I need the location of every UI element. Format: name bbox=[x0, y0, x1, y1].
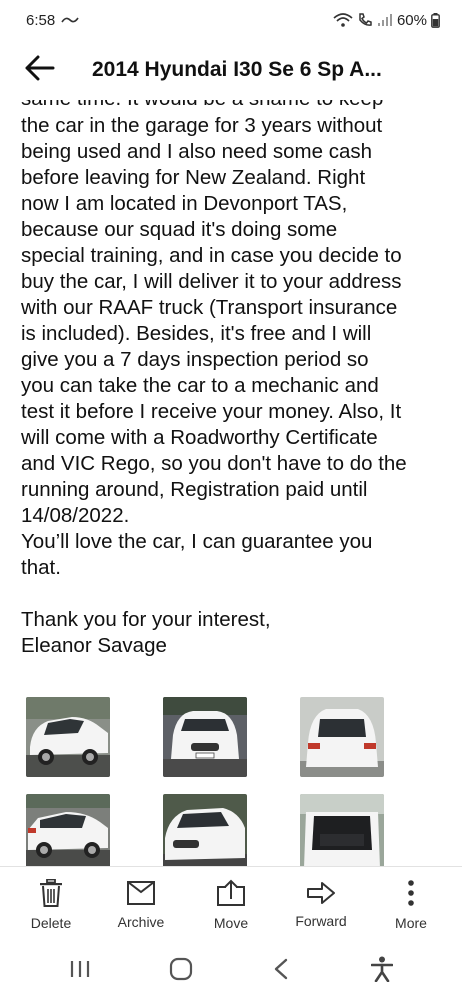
action-label: Forward bbox=[295, 912, 347, 929]
home-button[interactable] bbox=[161, 951, 201, 991]
notification-wave-icon bbox=[61, 15, 79, 25]
battery-percent: 60% bbox=[396, 11, 427, 29]
message-line: being used and I also need some cash bbox=[21, 140, 373, 163]
delete-button[interactable]: Delete bbox=[7, 878, 95, 931]
photo-row bbox=[26, 794, 384, 866]
car-rear-photo[interactable] bbox=[300, 697, 384, 777]
message-line: Thank you for your interest, bbox=[21, 608, 271, 631]
recent-apps-button[interactable] bbox=[60, 951, 100, 991]
partially-scrolled-line: same time. It would be a shame to keep bbox=[21, 100, 383, 112]
status-time: 6:58 bbox=[26, 11, 56, 29]
message-line: that. bbox=[21, 556, 61, 579]
more-button[interactable]: More bbox=[367, 879, 455, 931]
message-line: You’ll love the car, I can guarantee you bbox=[21, 530, 373, 553]
archive-icon bbox=[126, 880, 156, 906]
back-chevron-icon bbox=[273, 958, 289, 985]
message-line: test it before I receive your money. Als… bbox=[21, 400, 402, 423]
photo-row bbox=[26, 697, 384, 777]
message-line: the car in the garage for 3 years withou… bbox=[21, 114, 383, 137]
message-line: now I am located in Devonport TAS, bbox=[21, 192, 348, 215]
trash-icon bbox=[39, 878, 63, 907]
status-bar: 6:58 60% bbox=[0, 0, 462, 40]
archive-button[interactable]: Archive bbox=[97, 880, 185, 930]
wifi-icon bbox=[333, 12, 353, 28]
accessibility-icon bbox=[370, 956, 394, 987]
move-icon bbox=[216, 879, 246, 907]
forward-button[interactable]: Forward bbox=[277, 881, 365, 929]
car-boot-open-photo[interactable] bbox=[300, 794, 384, 866]
status-left: 6:58 bbox=[26, 12, 79, 29]
car-side-rear-photo[interactable] bbox=[26, 794, 110, 866]
more-vertical-icon bbox=[407, 879, 415, 907]
email-action-bar: Delete Archive Move Forward More bbox=[0, 866, 462, 942]
nav-back-button[interactable] bbox=[261, 951, 301, 991]
photo-grid bbox=[26, 697, 446, 866]
car-front-photo[interactable] bbox=[163, 697, 247, 777]
message-line: give you a 7 days inspection period so bbox=[21, 348, 369, 371]
message-body[interactable]: same time. It would be a shame to keep t… bbox=[0, 100, 462, 866]
email-screen: 6:58 60% 2014 Hyundai I30 Se 6 Sp A... t… bbox=[0, 0, 462, 1000]
message-line: running around, Registration paid until bbox=[21, 478, 368, 501]
accessibility-button[interactable] bbox=[362, 951, 402, 991]
status-right: 60% bbox=[333, 12, 440, 29]
message-line: with our RAAF truck (Transport insurance bbox=[21, 296, 398, 319]
recent-apps-icon bbox=[69, 959, 91, 984]
message-line: is included). Besides, it's free and I w… bbox=[21, 322, 372, 345]
action-label: Delete bbox=[30, 914, 72, 931]
message-line: and VIC Rego, so you don't have to do th… bbox=[21, 452, 407, 475]
app-bar: 2014 Hyundai I30 Se 6 Sp A... bbox=[0, 40, 462, 100]
back-arrow-icon bbox=[25, 55, 55, 86]
action-label: Archive bbox=[117, 913, 165, 930]
message-text: the car in the garage for 3 years withou… bbox=[21, 113, 449, 659]
message-line: because our squad it's doing some bbox=[21, 218, 338, 241]
message-line: Eleanor Savage bbox=[21, 634, 167, 657]
email-subject-title: 2014 Hyundai I30 Se 6 Sp A... bbox=[92, 58, 382, 81]
action-label: More bbox=[395, 914, 427, 931]
message-line: special training, and in case you decide… bbox=[21, 244, 402, 267]
message-line: before leaving for New Zealand. Right bbox=[21, 166, 366, 189]
car-front-angle-photo[interactable] bbox=[163, 794, 247, 866]
message-line: you can take the car to a mechanic and bbox=[21, 374, 379, 397]
forward-arrow-icon bbox=[306, 881, 336, 905]
home-icon bbox=[169, 957, 193, 986]
signal-icon bbox=[377, 13, 393, 27]
action-label: Move bbox=[213, 914, 249, 931]
call-icon bbox=[357, 12, 373, 28]
message-line: buy the car, I will deliver it to your a… bbox=[21, 270, 402, 293]
message-line: will come with a Roadworthy Certificate bbox=[21, 426, 378, 449]
move-button[interactable]: Move bbox=[187, 879, 275, 931]
system-navigation-bar bbox=[0, 942, 462, 1000]
message-line: 14/08/2022. bbox=[21, 504, 130, 527]
back-button[interactable] bbox=[22, 52, 58, 88]
battery-icon bbox=[431, 12, 440, 28]
car-side-front-photo[interactable] bbox=[26, 697, 110, 777]
